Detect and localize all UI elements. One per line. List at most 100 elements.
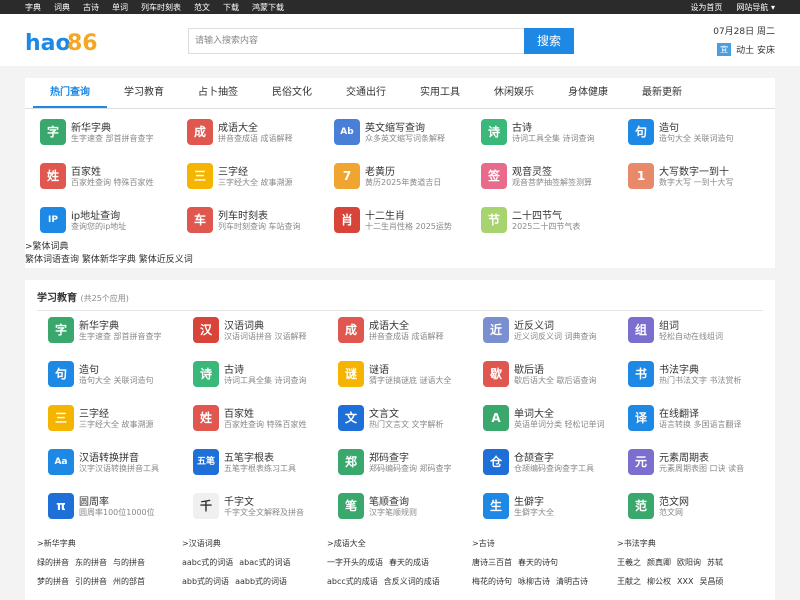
app-icon: 汉 bbox=[193, 317, 219, 343]
top-link[interactable]: 列车时刻表 bbox=[141, 3, 181, 12]
app-icon: 三 bbox=[48, 405, 74, 431]
tab-6[interactable]: 休闲娱乐 bbox=[477, 78, 551, 108]
link-item[interactable]: 吴昌硕 bbox=[699, 577, 723, 586]
app-item[interactable]: 1 大写数字一到十 数字大写 一到十大写 bbox=[613, 159, 759, 195]
top-link[interactable]: 单词 bbox=[112, 3, 128, 12]
tab-5[interactable]: 实用工具 bbox=[403, 78, 477, 108]
app-item[interactable]: 元元素周期表 元素周期表图 口诀 读音 bbox=[613, 445, 759, 481]
app-item[interactable]: IP ip地址查询 查询您的ip地址 bbox=[25, 203, 171, 239]
link-item[interactable]: 引的拼音 bbox=[75, 577, 107, 586]
app-item[interactable]: 五笔 五笔字根表 五笔字根表练习工具 bbox=[178, 445, 324, 481]
link-item[interactable]: 王羲之 bbox=[617, 558, 641, 567]
link-item[interactable]: 梅花的诗句 bbox=[472, 577, 512, 586]
app-icon: Ab bbox=[334, 119, 360, 145]
app-title: 书法字典 bbox=[659, 365, 699, 376]
top-link[interactable]: 字典 bbox=[25, 3, 41, 12]
link-item[interactable]: 州的部首 bbox=[113, 577, 145, 586]
column-heading[interactable]: >新华字典 bbox=[37, 538, 182, 549]
column-heading[interactable]: >书法字典 bbox=[617, 538, 762, 549]
link-item[interactable]: 唐诗三百首 bbox=[472, 558, 512, 567]
tab-3[interactable]: 民俗文化 bbox=[255, 78, 329, 108]
app-item[interactable]: 车列车时刻表 列车时刻查询 车站查询 bbox=[172, 203, 318, 239]
app-item[interactable]: 郑郑码查字 郑码编码查询 郑码查字 bbox=[323, 445, 469, 481]
top-link[interactable]: 词典 bbox=[54, 3, 70, 12]
column-heading[interactable]: >古诗 bbox=[472, 538, 617, 549]
app-item[interactable]: 文文言文 热门文言文 文字解析 bbox=[323, 401, 469, 437]
link-item[interactable]: 与的拼音 bbox=[113, 558, 145, 567]
link-item[interactable]: abcc式的成语 bbox=[327, 577, 378, 586]
app-item[interactable]: 字新华字典 生字速查 部首拼音查字 bbox=[33, 313, 179, 349]
app-item[interactable]: 姓百家姓 百家姓查询 特殊百家姓 bbox=[178, 401, 324, 437]
app-item[interactable]: 范范文网 范文网 bbox=[613, 489, 759, 525]
link-item[interactable]: abb式的词语 bbox=[182, 577, 229, 586]
app-item[interactable]: 笔笔顺查询 汉字笔顺规则 bbox=[323, 489, 469, 525]
app-item[interactable]: 成成语大全 拼音查成语 成语解释 bbox=[323, 313, 469, 349]
app-item[interactable]: 成成语大全 拼音查成语 成语解释 bbox=[172, 115, 318, 151]
link-item[interactable]: 绿的拼音 bbox=[37, 558, 69, 567]
link-item[interactable]: 春天的成语 bbox=[389, 558, 429, 567]
link-item[interactable]: 春天的诗句 bbox=[518, 558, 558, 567]
link-item[interactable]: aabb式的词语 bbox=[235, 577, 287, 586]
tab-7[interactable]: 身体健康 bbox=[551, 78, 625, 108]
link-item[interactable]: 清明古诗 bbox=[556, 577, 588, 586]
tab-2[interactable]: 占卜抽签 bbox=[181, 78, 255, 108]
app-item[interactable]: 句造句 造句大全 关联词造句 bbox=[33, 357, 179, 393]
app-item[interactable]: A 单词大全 英语单词分类 轻松记单词 bbox=[468, 401, 614, 437]
app-item[interactable]: 谜谜语 猜字谜搞谜底 谜语大全 bbox=[323, 357, 469, 393]
search-button[interactable]: 搜索 bbox=[524, 28, 574, 54]
link-item[interactable]: 柳公权 bbox=[647, 577, 671, 586]
link-item[interactable]: 王献之 bbox=[617, 577, 641, 586]
app-item[interactable]: 仓仓颉查字 仓颉编码查询查字工具 bbox=[468, 445, 614, 481]
tab-4[interactable]: 交通出行 bbox=[329, 78, 403, 108]
link-item[interactable]: 一字开头的成语 bbox=[327, 558, 383, 567]
app-item[interactable]: 字新华字典 生字速查 部首拼音查字 bbox=[25, 115, 171, 151]
search-input[interactable]: 请输入搜索内容 bbox=[188, 28, 524, 54]
app-item[interactable]: 7 老黄历 黄历2025年黄道吉日 bbox=[319, 159, 465, 195]
set-home-link[interactable]: 设为首页 bbox=[690, 2, 722, 13]
app-desc: 诗词工具全集 诗词查询 bbox=[224, 376, 307, 385]
tab-8[interactable]: 最新更新 bbox=[625, 78, 699, 108]
fanti-links[interactable]: 繁体词语查询 繁体新华字典 繁体近反义词 bbox=[25, 254, 193, 267]
top-link[interactable]: 范文 bbox=[194, 3, 210, 12]
link-item[interactable]: abac式的词语 bbox=[239, 558, 290, 567]
app-item[interactable]: 诗古诗 诗词工具全集 诗词查询 bbox=[178, 357, 324, 393]
link-item[interactable]: aabc式的词语 bbox=[182, 558, 233, 567]
top-link[interactable]: 古诗 bbox=[83, 3, 99, 12]
app-item[interactable]: Ab 英文缩写查询 众多英文缩写词条解释 bbox=[319, 115, 465, 151]
app-item[interactable]: 节二十四节气 2025二十四节气表 bbox=[466, 203, 612, 239]
link-item[interactable]: XXX bbox=[677, 577, 693, 586]
app-item[interactable]: 汉汉语词典 汉语词语拼音 汉语解释 bbox=[178, 313, 324, 349]
app-item[interactable]: 签观音灵签 观音菩萨抽签解签测算 bbox=[466, 159, 612, 195]
app-item[interactable]: 组组词 轻松自动在线组词 bbox=[613, 313, 759, 349]
top-link[interactable]: 鸿蒙下载 bbox=[252, 3, 284, 12]
site-nav-link[interactable]: 网站导航 ▾ bbox=[736, 2, 775, 13]
tab-1[interactable]: 学习教育 bbox=[107, 78, 181, 108]
app-item[interactable]: 三三字经 三字经大全 故事溯源 bbox=[172, 159, 318, 195]
link-item[interactable]: 梦的拼音 bbox=[37, 577, 69, 586]
app-item[interactable]: π 圆周率 圆周率100位1000位 bbox=[33, 489, 179, 525]
app-item[interactable]: 歇歇后语 歇后语大全 歇后语查询 bbox=[468, 357, 614, 393]
app-item[interactable]: 三三字经 三字经大全 故事溯源 bbox=[33, 401, 179, 437]
app-item[interactable]: 书书法字典 热门书法文字 书法赏析 bbox=[613, 357, 759, 393]
app-item[interactable]: 诗古诗 诗词工具全集 诗词查询 bbox=[466, 115, 612, 151]
app-item[interactable]: 句造句 造句大全 关联词造句 bbox=[613, 115, 759, 151]
link-item[interactable]: 含反义词的成语 bbox=[384, 577, 440, 586]
top-link[interactable]: 下载 bbox=[223, 3, 239, 12]
app-item[interactable]: 千千字文 千字文全文解释及拼音 bbox=[178, 489, 324, 525]
link-item[interactable]: 东的拼音 bbox=[75, 558, 107, 567]
link-item[interactable]: 苏轼 bbox=[707, 558, 723, 567]
app-item[interactable]: 肖十二生肖 十二生肖性格 2025运势 bbox=[319, 203, 465, 239]
app-item[interactable]: 姓百家姓 百家姓查询 特殊百家姓 bbox=[25, 159, 171, 195]
app-item[interactable]: 生生僻字 生僻字大全 bbox=[468, 489, 614, 525]
column-heading[interactable]: >汉语词典 bbox=[182, 538, 327, 549]
link-item[interactable]: 欧阳询 bbox=[677, 558, 701, 567]
app-item[interactable]: 近近反义词 近义词反义词 词典查询 bbox=[468, 313, 614, 349]
logo[interactable]: hao 86 bbox=[25, 26, 99, 56]
fanti-title[interactable]: >繁体词典 bbox=[25, 241, 193, 254]
column-heading[interactable]: >成语大全 bbox=[327, 538, 472, 549]
app-item[interactable]: Aa 汉语转换拼音 汉字汉语转换拼音工具 bbox=[33, 445, 179, 481]
link-item[interactable]: 颜真卿 bbox=[647, 558, 671, 567]
app-item[interactable]: 译在线翻译 语言转换 多国语言翻译 bbox=[613, 401, 759, 437]
link-item[interactable]: 咏柳古诗 bbox=[518, 577, 550, 586]
tab-0[interactable]: 热门查询 bbox=[33, 78, 107, 108]
